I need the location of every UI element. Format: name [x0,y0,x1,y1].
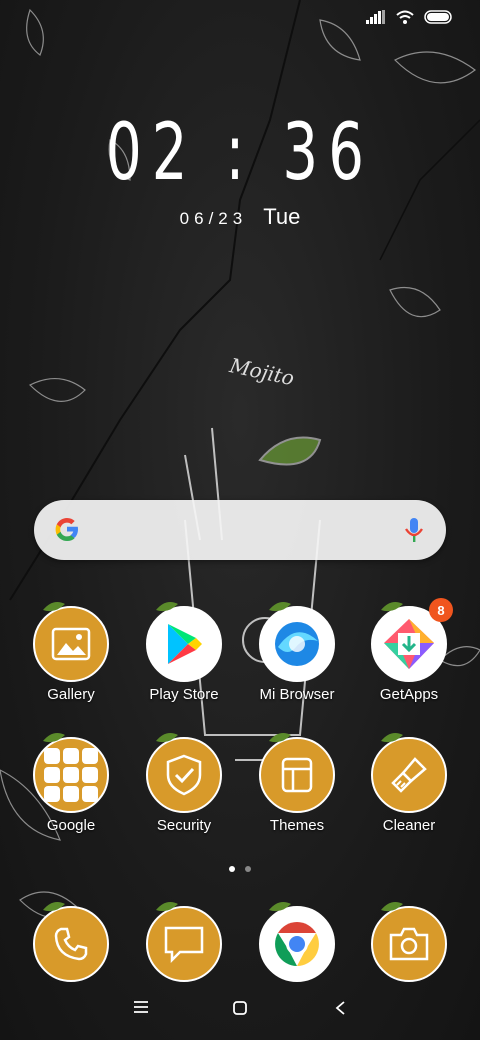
leaf-decoration-icon [43,902,65,912]
date-text: 06/23 [179,209,248,228]
dock-messages[interactable] [129,902,239,982]
app-label: GetApps [379,686,439,703]
app-label: Google [46,817,96,834]
app-label: Security [156,817,212,834]
google-g-icon [55,518,78,541]
app-getapps[interactable]: 8 GetApps [354,598,464,703]
dock-chrome[interactable] [242,902,352,982]
navigation-bar [0,996,480,1026]
app-label: Mi Browser [259,686,335,703]
security-icon [146,737,222,813]
page-dot-active[interactable] [229,866,235,872]
app-label: Play Store [149,686,219,703]
dock-camera[interactable] [354,902,464,982]
play-store-icon [146,606,222,682]
date-row: 06/23 Tue [0,204,480,230]
leaf-decoration-icon [381,733,403,743]
back-icon[interactable] [334,1000,348,1016]
weekday-text: Tue [263,204,301,229]
page-dot[interactable] [245,866,251,872]
themes-icon [259,737,335,813]
app-mi-browser[interactable]: Mi Browser [242,602,352,703]
leaf-decoration-icon [269,602,291,612]
menu-icon[interactable] [133,1000,149,1014]
leaf-decoration-icon [156,602,178,612]
app-label: Gallery [47,686,95,703]
leaf-decoration-icon [43,733,65,743]
app-label: Cleaner [382,817,436,834]
dock-phone[interactable] [16,902,126,982]
status-bar [366,10,454,24]
camera-icon [371,906,447,982]
google-folder-icon [33,737,109,813]
page-indicator [0,866,480,872]
home-icon[interactable] [232,1000,248,1016]
app-security[interactable]: Security [129,733,239,834]
svg-text:Mojito: Mojito [227,353,297,390]
mic-icon[interactable] [404,516,424,544]
battery-icon [424,10,452,24]
gallery-icon [33,606,109,682]
phone-icon [33,906,109,982]
chrome-icon [259,906,335,982]
leaf-decoration-icon [269,902,291,912]
app-gallery[interactable]: Gallery [16,602,126,703]
app-themes[interactable]: Themes [242,733,352,834]
leaf-decoration-icon [156,902,178,912]
leaf-decoration-icon [381,602,403,612]
app-play-store[interactable]: Play Store [129,602,239,703]
leaf-decoration-icon [269,733,291,743]
messages-icon [146,906,222,982]
app-google-folder[interactable]: Google [16,733,126,834]
leaf-decoration-icon [43,602,65,612]
cleaner-icon [371,737,447,813]
google-search-bar[interactable] [34,500,446,560]
mi-browser-icon [259,606,335,682]
wifi-icon [396,10,414,24]
clock-time: 02 : 36 [105,108,375,198]
notification-badge: 8 [429,598,453,622]
leaf-decoration-icon [156,733,178,743]
signal-icon [366,10,385,24]
app-label: Themes [269,817,325,834]
app-cleaner[interactable]: Cleaner [354,733,464,834]
leaf-decoration-icon [381,902,403,912]
